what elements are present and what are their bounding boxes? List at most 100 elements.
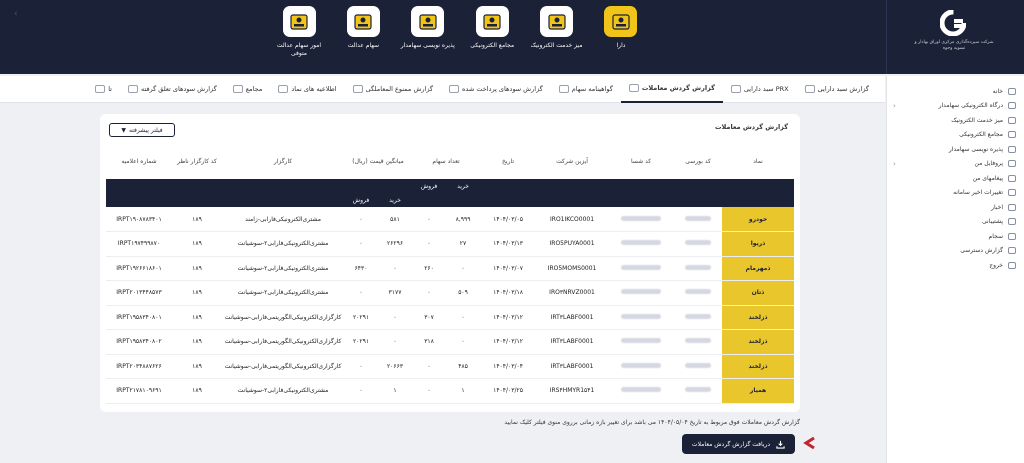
- advanced-filter-button[interactable]: ▼ فیلتر پیشرفته: [109, 123, 175, 137]
- col-shasa-code: کد شسا: [630, 158, 652, 165]
- col-avg-price: میانگین قیمت (ریال): [352, 158, 404, 165]
- cell-price-sell: ۶۴۳۰: [344, 256, 379, 281]
- cell-isin: IRO1IKCO0001: [536, 207, 609, 232]
- cell-date: ۱۴۰۴/۰۳/۱۳: [480, 231, 537, 257]
- app-tile[interactable]: [346, 6, 380, 37]
- sidebar-item-label: گزارش دسترسی: [960, 247, 1003, 255]
- home-icon: [1008, 87, 1016, 95]
- chevron-right-icon[interactable]: ›: [893, 160, 896, 168]
- sidebar-item-logout[interactable]: خروج: [887, 258, 1024, 273]
- cell-supervisor: ۱۸۹: [172, 280, 222, 306]
- chevron-right-icon[interactable]: ›: [893, 102, 896, 110]
- cell-broker: مشتری‌الکترونیکی‌فارابی۲-سوشیانت: [222, 231, 344, 257]
- cell-notice: IRPT۱۹۲۶۶۱۸۶۰۱: [106, 256, 172, 281]
- sidebar-item-messages[interactable]: پیغامهای من: [887, 171, 1024, 186]
- app-label: میز خدمت الکترونیک: [530, 42, 583, 49]
- cell-symbol: خودرو: [722, 207, 795, 232]
- advanced-filter-label: فیلتر پیشرفته: [128, 126, 163, 134]
- company-logo-icon: [940, 10, 966, 36]
- tabs-scroll-left-icon[interactable]: ‹: [14, 9, 18, 19]
- access-report-icon: [1008, 247, 1016, 255]
- cell-date: ۱۴۰۴/۰۳/۱۸: [480, 280, 537, 306]
- cell-price-buy: ۵۸۱: [378, 207, 413, 232]
- cell-notice: IRPT۲۰۱۳۴۴۸۵۷۳: [106, 280, 172, 306]
- app-tile[interactable]: [604, 6, 638, 37]
- sidebar-item-news[interactable]: اخبار: [887, 200, 1024, 215]
- cell-price-sell: ۰: [344, 378, 379, 404]
- sidebar-item-subscription[interactable]: پذیره نویسی سهامدار: [887, 142, 1024, 157]
- portal-icon: [1008, 102, 1016, 110]
- tab-9[interactable]: تا: [87, 76, 120, 103]
- sidebar-item-support[interactable]: پشتیبانی: [887, 215, 1024, 230]
- app-service-desk[interactable]: میز خدمت الکترونیک: [528, 6, 586, 68]
- report-card: گزارش گردش معاملات ▼ فیلتر پیشرفته نماد …: [100, 114, 800, 412]
- cell-isin: IRO۳NRVZ0001: [536, 280, 609, 306]
- cell-bourse-code-redacted: [674, 329, 723, 355]
- profile-icon: [1008, 160, 1016, 168]
- sidebar-item-sajam[interactable]: سجام: [887, 229, 1024, 244]
- sidebar-item-label: خانه: [992, 87, 1003, 95]
- cell-qty-sell: ۳۱۸: [412, 329, 447, 355]
- logout-icon: [1008, 261, 1016, 269]
- sidebar-item-home[interactable]: خانه: [887, 84, 1024, 99]
- sidebar-item-profile[interactable]: پروفایل من ›: [887, 157, 1024, 172]
- cell-qty-sell: ۰: [412, 354, 447, 379]
- cell-date: ۱۴۰۴/۰۳/۰۵: [480, 207, 537, 232]
- app-deceased-shares[interactable]: امور سهام عدالت متوفی: [270, 6, 328, 68]
- cell-broker: مشتری‌الکترونیکی‌فارابی۲-سوشیانت: [222, 280, 344, 306]
- app-justice-shares[interactable]: سهام عدالت: [334, 6, 392, 68]
- cell-date: ۱۴۰۴/۰۳/۰۷: [480, 256, 537, 281]
- sidebar-item-changes[interactable]: تغییرات اخیر سامانه: [887, 186, 1024, 201]
- cell-supervisor: ۱۸۹: [172, 207, 222, 232]
- col-date: تاریخ: [502, 158, 514, 165]
- app-tile[interactable]: [282, 6, 316, 37]
- cell-price-buy: ۲۰۶۶۳: [378, 354, 413, 379]
- tab-7[interactable]: مجامع: [225, 76, 271, 103]
- cell-qty-buy: ۰: [446, 329, 481, 355]
- cell-supervisor: ۱۸۹: [172, 354, 222, 379]
- sidebar-item-portal[interactable]: درگاه الکترونیکی سهامدار ›: [887, 99, 1024, 114]
- sidebar-item-access-report[interactable]: گزارش دسترسی: [887, 244, 1024, 259]
- app-tile[interactable]: [540, 6, 574, 37]
- tab-2[interactable]: گزارش گردش معاملات: [620, 76, 723, 103]
- app-dara[interactable]: دارا: [592, 6, 650, 68]
- subscription-icon: [1008, 145, 1016, 153]
- cell-isin: IRT۳LABF0001: [536, 305, 609, 330]
- tab-label: گزارش سودهای پرداخت شده: [462, 85, 543, 93]
- cell-qty-sell: ۳۰۷: [412, 305, 447, 330]
- app-tile[interactable]: [475, 6, 509, 37]
- cell-shasa-code-redacted: [608, 329, 675, 355]
- tab-label: تا: [108, 85, 112, 93]
- tab-3[interactable]: گواهینامه سهام: [551, 76, 621, 103]
- top-header: دارا میز خدمت الکترونیک مجامع الکترونیکی پذ…: [0, 0, 1024, 74]
- tab-label: گزارش سبد دارایی: [817, 85, 869, 93]
- tab-0[interactable]: گزارش سبد دارایی: [797, 76, 877, 103]
- cell-price-buy: ۳۱۷۷: [378, 280, 413, 306]
- cell-isin: IRT۳LABF0001: [536, 354, 609, 379]
- cell-isin: IRO5PUYA0001: [536, 231, 609, 257]
- cell-broker: مشتری‌الکترونیکی‌فارابی۲-سوشیانت: [222, 378, 344, 404]
- cell-symbol: ذزلخند: [722, 305, 795, 330]
- app-tile[interactable]: [411, 6, 445, 37]
- cell-shasa-code-redacted: [608, 378, 675, 404]
- table-row: ذزلخند IRT۳LABF0001 ۱۴۰۴/۰۳/۱۲ ۰ ۳۰۷ ۰ ۲۰۲۹۱ کا…: [106, 305, 795, 330]
- cell-notice: IRPT۱۹۵۸۳۴۰۸۰۱: [106, 305, 172, 330]
- app-subscription[interactable]: پذیره نویسی سهامدار: [399, 6, 457, 68]
- download-report-button[interactable]: دریافت گزارش گردش معاملات: [682, 434, 795, 454]
- app-assembly[interactable]: مجامع الکترونیکی: [463, 6, 521, 68]
- cell-qty-sell: ۰: [412, 231, 447, 257]
- cell-price-sell: ۲۰۲۹۱: [344, 305, 379, 330]
- tab-8[interactable]: گزارش سودهای تعلق گرفته: [120, 76, 225, 103]
- tab-report-icon: [278, 85, 289, 93]
- tab-4[interactable]: گزارش سودهای پرداخت شده: [441, 76, 551, 103]
- tab-report-icon: [628, 84, 639, 92]
- assembly-icon: [483, 13, 501, 30]
- sidebar-item-assembly[interactable]: مجامع الکترونیکی: [887, 128, 1024, 143]
- cell-symbol: همیار: [722, 378, 795, 404]
- sidebar-item-service-desk[interactable]: میز خدمت الکترونیک: [887, 113, 1024, 128]
- tab-1[interactable]: سبد دارایی PRX: [723, 76, 797, 103]
- cell-supervisor: ۱۸۹: [172, 305, 222, 330]
- tab-6[interactable]: اطلاعیه های نماد: [270, 76, 344, 103]
- tab-report-icon: [352, 85, 363, 93]
- tab-5[interactable]: گزارش ممنوع المعاملگی: [345, 76, 441, 103]
